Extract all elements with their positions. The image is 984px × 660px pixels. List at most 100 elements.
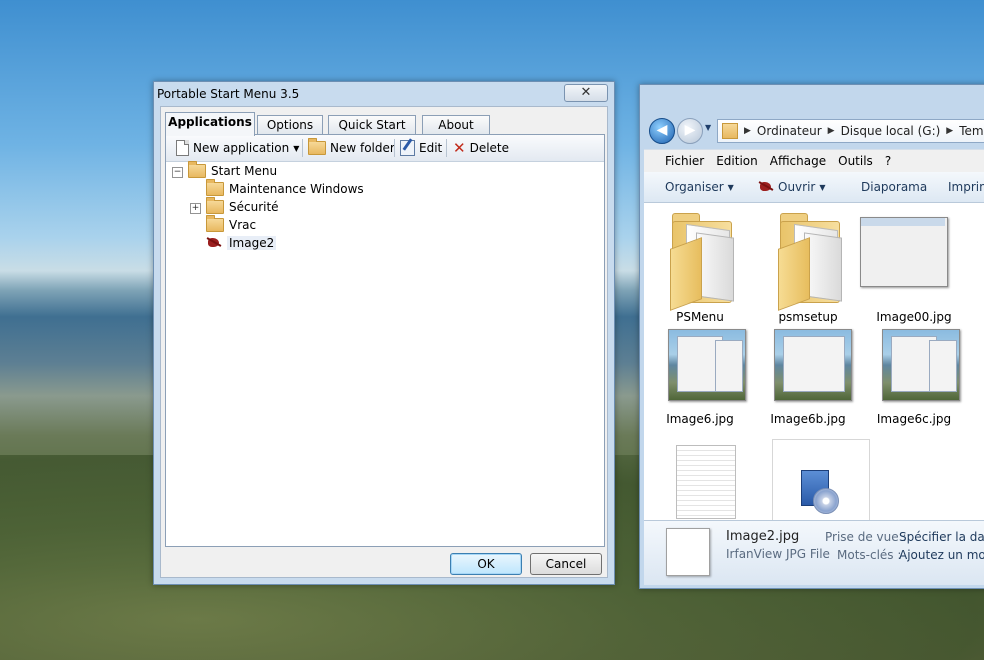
breadcrumb-temp[interactable]: Temp — [959, 124, 984, 138]
tree-item-label: Start Menu — [211, 164, 278, 178]
tab-about[interactable]: About — [422, 115, 490, 136]
tags-value[interactable]: Ajoutez un mot- — [899, 548, 984, 562]
tab-applications[interactable]: Applications — [165, 112, 255, 136]
back-button[interactable]: ◀ — [649, 118, 675, 144]
selected-file-name: Image2.jpg — [726, 529, 800, 544]
document-icon — [676, 445, 736, 519]
breadcrumb-separator: ▶ — [744, 126, 751, 136]
image-thumbnail — [774, 329, 852, 401]
file-item-psmsetup[interactable]: psmsetup — [756, 203, 860, 328]
organize-button[interactable]: Organiser ▼ — [665, 180, 734, 194]
breadcrumb-separator: ▶ — [946, 126, 954, 136]
selected-file-thumbnail — [666, 528, 710, 576]
applications-panel: New application ▼ New folder Edit ✕ Dele… — [165, 134, 605, 547]
new-folder-label: New folder — [330, 141, 395, 155]
recent-pages-dropdown[interactable]: ▼ — [705, 123, 711, 132]
new-folder-button[interactable]: New folder — [308, 138, 395, 157]
tree-item-label: Image2 — [227, 236, 277, 250]
file-item-image6b[interactable]: Image6b.jpg — [756, 321, 860, 446]
menu-bar: Fichier Edition Affichage Outils ? — [644, 149, 984, 172]
tab-options[interactable]: Options — [257, 115, 323, 136]
tree-item-label: Sécurité — [229, 200, 279, 214]
breadcrumb-ordinateur[interactable]: Ordinateur — [757, 124, 822, 138]
tree-item-maintenance-windows[interactable]: Maintenance Windows — [206, 179, 364, 198]
file-item-installer[interactable] — [772, 439, 876, 521]
folder-icon — [206, 179, 224, 196]
collapse-toggle[interactable]: − — [172, 167, 183, 178]
delete-label: Delete — [469, 141, 510, 155]
selected-file-type: IrfanView JPG File — [726, 547, 830, 561]
dropdown-arrow-icon: ▼ — [727, 182, 734, 192]
address-bar-area: ◀ ▶ ▼ ▶ Ordinateur ▶ Disque local (G:) ▶… — [640, 115, 984, 147]
new-application-button[interactable]: New application ▼ — [176, 139, 299, 157]
breadcrumb-disque-local[interactable]: Disque local (G:) — [841, 124, 941, 138]
folder-icon — [206, 215, 224, 232]
print-label: Imprimer — [948, 180, 984, 194]
toolbar-separator — [302, 139, 303, 157]
file-item-image00[interactable]: Image00.jpg — [860, 203, 966, 328]
toolbar: New application ▼ New folder Edit ✕ Dele… — [166, 135, 604, 162]
installer-icon — [772, 439, 870, 521]
file-name: Image6c.jpg — [876, 412, 952, 426]
file-item-psmenu[interactable]: PSMenu — [648, 203, 752, 328]
open-button[interactable]: Ouvrir ▼ — [758, 180, 826, 194]
expand-toggle[interactable]: + — [190, 203, 201, 214]
file-item-document[interactable] — [648, 439, 752, 521]
open-label: Ouvrir — [778, 180, 816, 194]
file-name: Image6.jpg — [666, 412, 734, 426]
ok-button[interactable]: OK — [450, 553, 522, 575]
folder-icon — [206, 197, 224, 214]
folder-icon — [188, 161, 206, 178]
close-button[interactable]: ✕ — [564, 84, 608, 102]
tab-bar: Applications Options Quick Start About — [161, 111, 607, 136]
image-thumbnail — [668, 329, 746, 401]
print-button[interactable]: Imprimer — [948, 180, 984, 194]
menu-fichier[interactable]: Fichier — [665, 154, 704, 168]
forward-button[interactable]: ▶ — [677, 118, 703, 144]
toolbar-separator — [446, 139, 447, 157]
folder-icon — [722, 123, 738, 139]
menu-edition[interactable]: Edition — [716, 154, 758, 168]
cancel-button[interactable]: Cancel — [530, 553, 602, 575]
dropdown-arrow-icon: ▼ — [819, 182, 826, 192]
new-document-icon — [176, 140, 189, 156]
edit-button[interactable]: Edit — [400, 139, 442, 157]
file-item-image6[interactable]: Image6.jpg — [648, 321, 752, 446]
organize-label: Organiser — [665, 180, 724, 194]
tab-quick-start[interactable]: Quick Start — [328, 115, 416, 136]
irfanview-icon — [758, 180, 774, 194]
edit-icon — [400, 140, 415, 156]
portable-start-menu-window: Portable Start Menu 3.5 ✕ Applications O… — [153, 81, 615, 585]
edit-label: Edit — [419, 141, 443, 155]
tree-item-securite[interactable]: Sécurité — [206, 197, 279, 216]
file-item-image6c[interactable]: Image6c.jpg — [862, 321, 966, 446]
new-application-label: New application — [193, 141, 290, 155]
explorer-window: ◀ ▶ ▼ ▶ Ordinateur ▶ Disque local (G:) ▶… — [639, 84, 984, 589]
date-taken-label: Prise de vue : — [825, 530, 907, 544]
slideshow-button[interactable]: Diaporama — [861, 180, 927, 194]
slideshow-label: Diaporama — [861, 180, 928, 194]
tree-item-image2[interactable]: Image2 — [206, 234, 277, 252]
image-thumbnail — [860, 217, 948, 287]
image-thumbnail — [882, 329, 960, 401]
folder-icon — [670, 213, 734, 311]
details-pane: Image2.jpg IrfanView JPG File Prise de v… — [644, 520, 984, 585]
tree-item-vrac[interactable]: Vrac — [206, 215, 256, 234]
delete-button[interactable]: ✕ Delete — [453, 139, 509, 157]
menu-help[interactable]: ? — [885, 154, 891, 168]
tags-label: Mots-clés : — [837, 548, 902, 562]
tree-item-start-menu[interactable]: Start Menu — [188, 161, 278, 180]
delete-icon: ✕ — [453, 139, 466, 157]
dialog-body: Applications Options Quick Start About N… — [160, 106, 608, 578]
file-list: PSMenu psmsetup Image00.jpg Image6.jpg I… — [644, 203, 984, 521]
toolbar-separator — [394, 139, 395, 157]
breadcrumb[interactable]: ▶ Ordinateur ▶ Disque local (G:) ▶ Temp — [717, 119, 984, 143]
folder-icon — [308, 138, 326, 155]
menu-affichage[interactable]: Affichage — [770, 154, 826, 168]
tree-item-label: Maintenance Windows — [229, 182, 364, 196]
irfanview-icon — [206, 236, 222, 250]
menu-outils[interactable]: Outils — [838, 154, 873, 168]
date-taken-value[interactable]: Spécifier la date — [899, 530, 984, 544]
window-title: Portable Start Menu 3.5 — [157, 87, 300, 101]
dropdown-arrow-icon: ▼ — [293, 143, 300, 153]
